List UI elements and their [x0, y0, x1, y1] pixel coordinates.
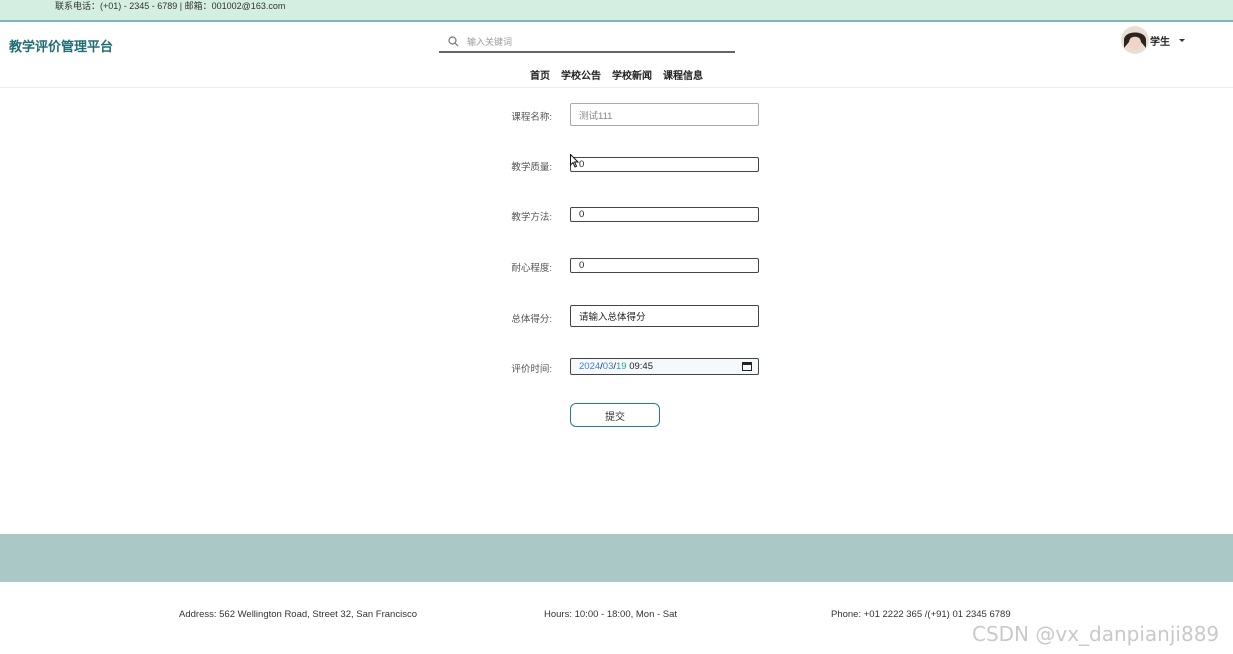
patience-label: 耐心程度: [511, 263, 552, 274]
nav-item-home[interactable]: 首页 [530, 67, 550, 82]
site-header: 教学评价管理平台 学生 首页 学校公告 学校新闻 课程信息 [0, 22, 1233, 88]
total-score-input[interactable]: 请输入总体得分 [570, 305, 759, 327]
patience-input[interactable]: 0 [570, 258, 759, 273]
site-title[interactable]: 教学评价管理平台 [9, 36, 113, 55]
date-month[interactable]: 03 [603, 361, 614, 372]
chevron-down-icon[interactable] [1179, 38, 1185, 42]
top-contact-bar: 联系电话：(+01) - 2345 - 6789 | 邮箱：001002@163… [0, 0, 1233, 22]
contact-info: 联系电话：(+01) - 2345 - 6789 | 邮箱：001002@163… [55, 1, 286, 11]
main-nav: 首页 学校公告 学校新闻 课程信息 [530, 67, 703, 82]
teaching-method-label: 教学方法: [511, 212, 552, 223]
course-name-label: 课程名称: [511, 112, 552, 123]
course-name-value: 测试111 [579, 110, 613, 122]
teaching-quality-label: 教学质量: [511, 162, 552, 173]
footer-band [0, 534, 1233, 582]
mouse-cursor-icon [570, 153, 580, 173]
submit-button[interactable]: 提交 [570, 403, 660, 427]
date-year[interactable]: 2024 [579, 361, 600, 372]
eval-time-label: 评价时间: [511, 364, 552, 375]
footer-address: Address: 562 Wellington Road, Street 32,… [179, 609, 417, 620]
nav-item-announcements[interactable]: 学校公告 [561, 67, 601, 82]
user-name[interactable]: 学生 [1150, 33, 1170, 48]
search-icon[interactable] [439, 36, 467, 47]
calendar-icon[interactable] [742, 361, 752, 374]
nav-item-news[interactable]: 学校新闻 [612, 67, 652, 82]
course-name-field: 测试111 [570, 103, 759, 126]
footer-phone: Phone: +01 2222 365 /(+91) 01 2345 6789 [831, 609, 1011, 620]
date-time[interactable]: 09:45 [629, 361, 653, 372]
search-box [439, 32, 735, 53]
watermark: CSDN @vx_danpianji889 [972, 622, 1220, 646]
search-input[interactable] [467, 36, 717, 47]
nav-item-courses[interactable]: 课程信息 [663, 67, 703, 82]
user-menu[interactable]: 学生 [1121, 26, 1185, 54]
eval-time-input[interactable]: 2024/03/19 09:45 [570, 358, 759, 375]
avatar[interactable] [1121, 26, 1149, 54]
total-score-value: 请输入总体得分 [579, 312, 646, 323]
footer-hours: Hours: 10:00 - 18:00, Mon - Sat [544, 609, 678, 620]
total-score-label: 总体得分: [511, 314, 552, 325]
teaching-quality-input[interactable]: 0 [570, 157, 759, 172]
teaching-method-value: 0 [579, 209, 585, 220]
date-day[interactable]: 19 [616, 361, 627, 372]
patience-value: 0 [579, 260, 585, 271]
teaching-method-input[interactable]: 0 [570, 207, 759, 222]
